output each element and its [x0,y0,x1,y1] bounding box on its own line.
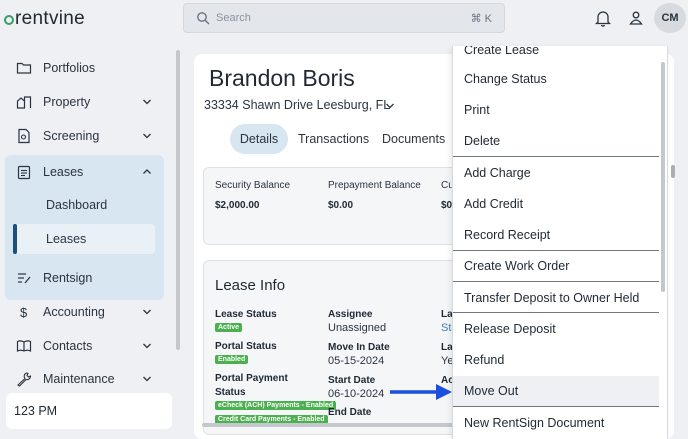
chevron-up-icon [143,169,151,174]
screening-icon [18,128,30,144]
sidebar-item-label: Property [43,95,91,109]
echeck-badge: eCheck (ACH) Payments - Enabled [215,401,337,410]
menu-item-print[interactable]: Print [453,95,659,126]
search-shortcut: ⌘ K [470,13,492,25]
tab-transactions[interactable]: Transactions [298,124,369,154]
property-address[interactable]: 33334 Shawn Drive Leesburg, FL [204,98,390,112]
portal-status-badge: Enabled [215,355,249,364]
chevron-down-icon [143,133,151,139]
move-in-value: 05-15-2024 [328,355,385,367]
prepayment-balance-value: $0.00 [328,200,354,211]
menu-item-change-status[interactable]: Change Status [453,64,659,95]
menu-divider [453,281,659,282]
chevron-down-icon [143,376,151,382]
menu-item-new-rentsign-document[interactable]: New RentSign Document [453,408,659,439]
sidebar-item-label: Rentsign [43,271,93,285]
sidebar: Portfolios Property Screening Leases Das… [0,40,172,439]
tab-details[interactable]: Details [230,124,288,154]
lease-info-title: Lease Info [215,277,286,294]
lease-actions-menu: Create Lease Change Status Print Delete … [452,46,668,439]
lease-status-label: Lease Status [215,309,277,320]
search-bar[interactable]: Search ⌘ K [183,3,505,33]
sidebar-item-maintenance[interactable]: Maintenance [6,363,164,395]
sidebar-item-label: Leases [43,165,84,179]
sidebar-item-label: Maintenance [43,372,115,386]
lease-info-panel: Lease Info Lease Status Active Portal St… [203,260,463,435]
menu-item-create-lease[interactable]: Create Lease [453,46,659,66]
book-icon [16,340,32,352]
menu-divider [453,156,659,157]
page-scrollbar[interactable] [671,165,675,178]
clipboard-icon [17,165,31,180]
menu-item-delete[interactable]: Delete [453,126,659,157]
col3-label-1: La [441,309,453,320]
end-date-label: End Date [328,407,372,418]
tenant-name: Brandon Boris [209,65,355,91]
start-date-value: 06-10-2024 [328,388,385,400]
building-icon [16,96,32,109]
horizontal-scrollbar[interactable] [202,423,462,427]
sidebar-scrollbar[interactable] [176,50,180,350]
avatar[interactable]: CM [654,3,686,33]
sidebar-item-screening[interactable]: Screening [6,120,164,152]
bell-icon[interactable] [595,9,611,27]
security-balance-value: $2,000.00 [215,200,260,211]
menu-divider [453,312,659,313]
sidebar-item-accounting[interactable]: $ Accounting [6,296,164,328]
menu-item-create-work-order[interactable]: Create Work Order [453,251,659,282]
chevron-down-icon [143,309,151,315]
menu-scrollbar[interactable] [661,62,665,292]
menu-item-transfer-deposit[interactable]: Transfer Deposit to Owner Held [453,283,659,314]
prepayment-balance-label: Prepayment Balance [328,180,421,191]
dollar-icon: $ [20,305,28,320]
user-profile-icon[interactable] [628,9,644,27]
menu-divider [453,406,659,407]
wrench-icon [17,372,32,387]
menu-item-refund[interactable]: Refund [453,345,659,376]
portal-payment-label: Portal Payment [215,373,288,384]
assignee-label: Assignee [328,309,373,320]
sidebar-subitem-dashboard[interactable]: Dashboard [46,198,107,212]
svg-text:$: $ [20,305,28,320]
sidebar-subitem-leases[interactable]: Leases [46,232,86,246]
top-bar: rentvine Search ⌘ K CM [0,0,688,38]
move-in-label: Move In Date [328,342,390,353]
sidebar-item-portfolios[interactable]: Portfolios [6,52,164,84]
menu-item-record-receipt[interactable]: Record Receipt [453,220,659,251]
menu-item-add-charge[interactable]: Add Charge [453,158,659,189]
folder-icon [16,62,32,74]
sidebar-item-label: Accounting [43,305,105,319]
sidebar-item-label: Screening [43,129,100,143]
menu-item-add-credit[interactable]: Add Credit [453,189,659,220]
sidebar-item-property[interactable]: Property [6,86,164,118]
rentvine-logo[interactable]: rentvine [4,8,85,30]
portal-status-label: Portal Status [215,341,277,352]
portal-payment-label-2: Status [215,387,246,398]
sidebar-item-label: Portfolios [43,61,96,75]
sidebar-item-rentsign[interactable]: Rentsign [6,262,164,294]
active-indicator [13,224,17,254]
start-date-label: Start Date [328,375,376,386]
chevron-down-icon[interactable] [385,101,395,111]
search-icon [197,12,210,25]
property-manager-selector[interactable]: 123 PM [6,393,172,429]
logo-text: rentvine [15,8,85,29]
sidebar-item-contacts[interactable]: Contacts [6,330,164,362]
balances-panel: Security Balance $2,000.00 Prepayment Ba… [203,167,463,245]
col3-label-2: La [441,342,453,353]
status-badge: Active [215,323,243,332]
pointer-arrow-icon [390,384,452,400]
sign-icon [18,273,31,284]
menu-item-move-out[interactable]: Move Out [453,376,659,407]
sidebar-item-leases[interactable]: Leases [6,156,164,188]
security-balance-label: Security Balance [215,180,291,191]
logo-mark-icon [4,15,14,25]
chevron-down-icon [143,99,151,105]
chevron-down-icon [143,343,151,349]
assignee-value: Unassigned [328,322,387,334]
sidebar-item-label: Contacts [43,339,93,353]
tab-documents[interactable]: Documents [382,124,445,154]
search-placeholder: Search [216,12,251,24]
menu-item-release-deposit[interactable]: Release Deposit [453,314,659,345]
